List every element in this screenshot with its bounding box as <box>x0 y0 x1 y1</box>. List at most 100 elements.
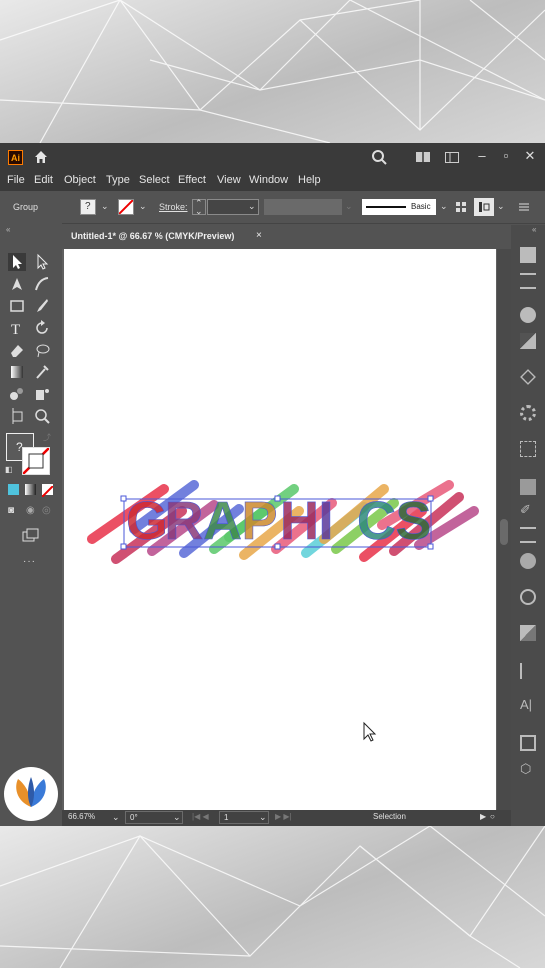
menu-object[interactable]: Object <box>64 174 96 186</box>
draw-inside-icon[interactable]: ◎ <box>42 505 51 516</box>
transform-panel-icon[interactable] <box>520 441 536 457</box>
stroke-panel-icon[interactable] <box>520 527 536 543</box>
draw-behind-icon[interactable]: ◉ <box>26 505 35 516</box>
document-tab[interactable]: Untitled-1* @ 66.67 % (CMYK/Preview) × <box>62 225 268 249</box>
pen-tool[interactable] <box>8 275 26 293</box>
collapse-panel-icon[interactable]: « <box>6 225 10 234</box>
artwork-letter[interactable]: H <box>280 491 320 552</box>
zoom-level[interactable]: 66.67% <box>68 812 95 821</box>
status-menu-icon[interactable]: ▶ <box>480 812 486 821</box>
selection-handle[interactable] <box>120 543 127 550</box>
gradient-tool[interactable] <box>8 363 26 381</box>
menu-file[interactable]: File <box>7 174 25 186</box>
maximize-button[interactable]: ▫ <box>497 148 515 164</box>
menu-type[interactable]: Type <box>106 174 130 186</box>
workspace-switcher-icon[interactable] <box>444 149 460 165</box>
libraries-panel-icon[interactable] <box>520 273 536 289</box>
pathfinder-panel-icon[interactable] <box>520 625 536 641</box>
selection-handle[interactable] <box>274 543 281 550</box>
stroke-weight-input[interactable]: ⌄ <box>207 199 259 215</box>
selection-tool[interactable] <box>8 253 26 271</box>
artwork-letter[interactable]: C <box>357 491 397 552</box>
3d-panel-icon[interactable]: ⬡ <box>520 761 536 777</box>
rotation-field[interactable]: 0° ⌄ <box>125 811 183 824</box>
artwork-letter[interactable]: G <box>126 491 169 552</box>
menu-view[interactable]: View <box>217 174 241 186</box>
symbol-sprayer-tool[interactable] <box>33 385 51 403</box>
home-icon[interactable] <box>33 149 49 165</box>
fill-swatch[interactable]: ? <box>80 199 96 215</box>
brushes-panel-icon[interactable]: ✐ <box>520 501 536 517</box>
menu-edit[interactable]: Edit <box>34 174 53 186</box>
properties-panel-icon[interactable] <box>520 247 536 263</box>
lasso-tool[interactable] <box>33 341 51 359</box>
transparency-panel-icon[interactable] <box>520 553 536 569</box>
brush-dropdown-icon[interactable]: ⌄ <box>440 201 448 212</box>
gradient-mode-button[interactable] <box>25 484 36 495</box>
artwork-letter[interactable]: R <box>164 491 204 552</box>
menu-effect[interactable]: Effect <box>178 174 206 186</box>
expand-panels-icon[interactable]: « <box>532 225 536 234</box>
close-window-button[interactable]: ✕ <box>521 148 539 164</box>
canvas-area[interactable]: GRAPHICS <box>62 249 511 810</box>
paintbrush-tool[interactable] <box>33 297 51 315</box>
zoom-tool[interactable] <box>33 407 51 425</box>
selection-handle[interactable] <box>274 495 281 502</box>
align-icon[interactable] <box>455 201 467 213</box>
artwork-letter[interactable]: A <box>203 491 243 552</box>
first-artboard-icon[interactable]: |◀ ◀ <box>192 812 209 821</box>
direct-selection-tool[interactable] <box>33 253 51 271</box>
curvature-tool[interactable] <box>33 275 51 293</box>
artwork-letter[interactable]: S <box>395 491 432 552</box>
type-tool[interactable]: T <box>8 319 26 338</box>
arrange-documents-icon[interactable] <box>415 149 431 165</box>
appearance-panel-icon[interactable] <box>520 405 536 421</box>
status-scroll-icon[interactable]: ○ <box>490 812 495 821</box>
vertical-scrollbar[interactable] <box>497 249 511 810</box>
scroll-thumb[interactable] <box>500 519 508 545</box>
color-guide-icon[interactable] <box>520 333 536 349</box>
color-panel-icon[interactable] <box>520 307 536 323</box>
rotate-tool[interactable] <box>33 319 51 337</box>
stroke-color-box[interactable] <box>22 447 50 475</box>
draw-normal-icon[interactable]: ◙ <box>8 505 14 516</box>
artwork-letter[interactable]: P <box>241 491 278 552</box>
stroke-dropdown-icon[interactable]: ⌄ <box>139 201 147 212</box>
character-panel-icon[interactable]: A| <box>520 697 536 713</box>
default-colors-icon[interactable]: ◧ <box>5 465 13 474</box>
blend-tool[interactable] <box>8 385 26 403</box>
menu-help[interactable]: Help <box>298 174 321 186</box>
rectangle-tool[interactable] <box>8 297 26 315</box>
artboard-number-field[interactable]: 1 ⌄ <box>219 811 269 824</box>
transform-dropdown-icon[interactable]: ⌄ <box>497 201 505 212</box>
artboard-tool[interactable] <box>8 407 26 425</box>
layers-panel-icon[interactable] <box>520 369 536 385</box>
screen-mode-icon[interactable] <box>22 528 40 542</box>
brush-definition[interactable]: Basic <box>362 199 436 215</box>
swatches-panel-icon[interactable] <box>520 479 536 495</box>
eyedropper-tool[interactable] <box>33 363 51 381</box>
next-artboard-icon[interactable]: ▶ ▶| <box>275 812 292 821</box>
align-panel-icon[interactable] <box>520 663 536 679</box>
panel-menu-icon[interactable] <box>518 201 530 213</box>
artboards-panel-icon[interactable] <box>520 735 536 751</box>
eraser-tool[interactable] <box>8 341 26 359</box>
selection-handle[interactable] <box>427 543 434 550</box>
stroke-swatch[interactable] <box>118 199 134 215</box>
menu-select[interactable]: Select <box>139 174 170 186</box>
selection-handle[interactable] <box>427 495 434 502</box>
close-tab-icon[interactable]: × <box>256 230 262 241</box>
stroke-weight-stepper[interactable]: ⌃ ⌄ <box>192 198 206 216</box>
profile-dropdown-icon[interactable]: ⌄ <box>345 201 353 212</box>
stroke-label[interactable]: Stroke: <box>159 202 188 212</box>
fill-dropdown-icon[interactable]: ⌄ <box>101 201 109 212</box>
swap-colors-icon[interactable]: ⤴ <box>43 432 51 443</box>
selection-handle[interactable] <box>120 495 127 502</box>
minimize-button[interactable]: – <box>473 148 491 164</box>
color-mode-button[interactable] <box>8 484 19 495</box>
none-mode-button[interactable] <box>41 484 54 498</box>
transform-button[interactable] <box>474 198 494 216</box>
graphic-styles-icon[interactable] <box>520 589 536 605</box>
artwork-letter[interactable]: I <box>318 491 334 552</box>
artboard[interactable]: GRAPHICS <box>64 249 496 810</box>
